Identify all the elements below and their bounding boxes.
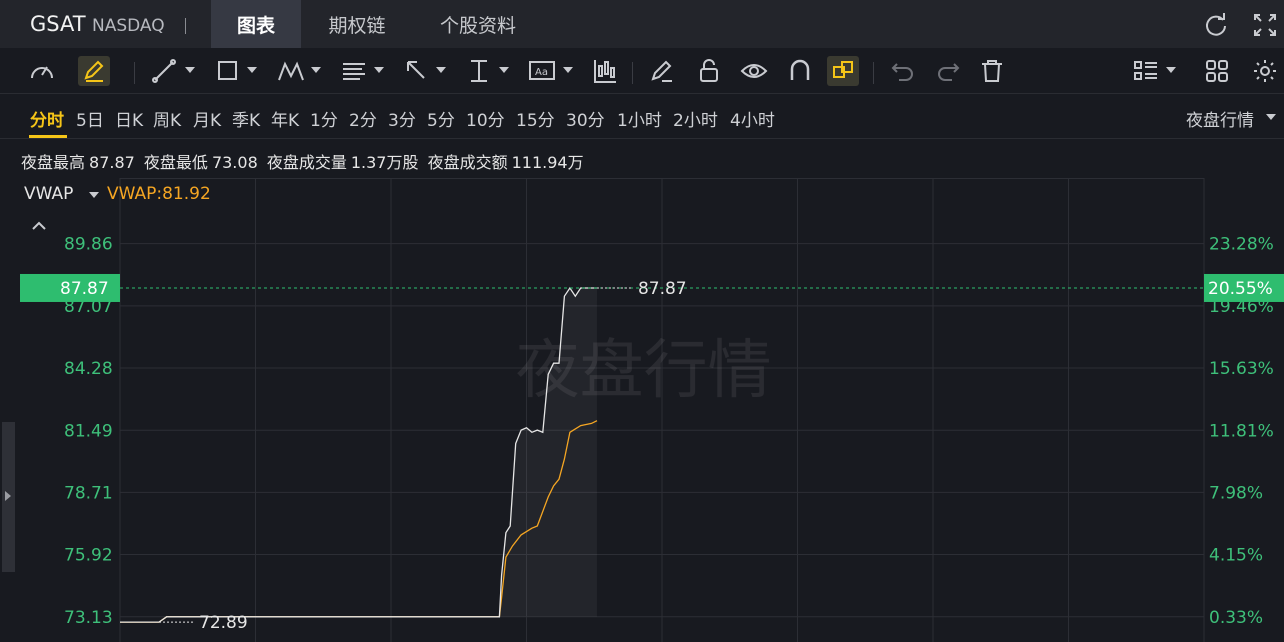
trend-line-icon[interactable] — [150, 56, 178, 86]
interval-30m[interactable]: 30分 — [566, 106, 605, 131]
session-select[interactable]: 夜盘行情 — [1186, 106, 1254, 131]
eraser-pen-icon[interactable] — [648, 56, 676, 86]
grid-icon[interactable] — [1204, 56, 1232, 86]
svg-text:Aa: Aa — [535, 67, 548, 78]
interval-selector: 分时 5日 日K 周K 月K 季K 年K 1分 2分 3分 5分 10分 15分… — [0, 94, 1284, 139]
tab-company-profile[interactable]: 个股资料 — [420, 0, 536, 48]
price-axis-label: 89.86 — [64, 235, 113, 255]
header-separator — [185, 18, 186, 34]
price-axis-label: 81.49 — [64, 421, 113, 441]
intraday-chart[interactable]: 夜盘行情89.8687.0784.2881.4978.7175.9273.132… — [0, 178, 1284, 642]
trash-icon[interactable] — [978, 56, 1006, 86]
chevron-right-icon[interactable] — [5, 491, 11, 501]
percent-axis-label: 0.33% — [1209, 608, 1263, 628]
lock-icon[interactable] — [695, 56, 723, 86]
chevron-down-icon[interactable] — [1166, 67, 1176, 73]
toolbar-separator — [632, 62, 633, 84]
layout-list-icon[interactable] — [1132, 56, 1160, 86]
volume-label: 夜盘成交量 — [266, 153, 347, 172]
magnet-icon[interactable] — [786, 56, 814, 86]
chevron-up-icon[interactable] — [30, 218, 48, 232]
low-marker-label: 72.89 — [199, 613, 248, 633]
rectangle-icon[interactable] — [214, 56, 242, 86]
interval-3m[interactable]: 3分 — [388, 106, 416, 131]
interval-5d[interactable]: 5日 — [76, 106, 104, 131]
candles-icon[interactable] — [591, 56, 619, 86]
current-percent-badge-text: 20.55% — [1208, 279, 1273, 299]
percent-axis-label: 4.15% — [1209, 546, 1263, 566]
link-icon[interactable] — [827, 56, 859, 86]
exchange-label: NASDAQ — [92, 16, 165, 36]
arrow-icon[interactable] — [402, 56, 430, 86]
high-label: 夜盘最高 — [21, 153, 86, 172]
stock-symbol: GSAT — [30, 12, 86, 36]
turnover-value: 111.94万 — [511, 153, 584, 172]
interval-15m[interactable]: 15分 — [516, 106, 555, 131]
pencil-edit-icon[interactable] — [78, 56, 110, 86]
interval-1m[interactable]: 1分 — [310, 106, 338, 131]
chevron-down-icon[interactable] — [499, 67, 509, 73]
vwap-value: VWAP:81.92 — [107, 184, 211, 204]
interval-10m[interactable]: 10分 — [466, 106, 505, 131]
high-marker-label: 87.87 — [638, 279, 687, 299]
interval-year[interactable]: 年K — [271, 106, 299, 131]
price-axis-label: 78.71 — [64, 483, 113, 503]
chevron-down-icon[interactable] — [311, 67, 321, 73]
text-icon[interactable]: Aa — [527, 56, 557, 86]
percent-axis-label: 11.81% — [1209, 421, 1274, 441]
interval-1h[interactable]: 1小时 — [617, 106, 662, 131]
chevron-down-icon[interactable] — [563, 67, 573, 73]
price-axis-label: 84.28 — [64, 359, 113, 379]
interval-quarter[interactable]: 季K — [232, 106, 260, 131]
chevron-down-icon[interactable] — [185, 67, 195, 73]
percent-axis-label: 23.28% — [1209, 235, 1274, 255]
refresh-icon[interactable] — [1203, 12, 1229, 38]
measure-icon[interactable] — [465, 56, 493, 86]
turnover-label: 夜盘成交额 — [427, 153, 508, 172]
tab-options-chain[interactable]: 期权链 — [312, 0, 402, 48]
drawing-toolbar: Aa — [0, 48, 1284, 94]
session-stats: 夜盘最高 87.87 夜盘最低 73.08 夜盘成交量 1.37万股 夜盘成交额 111… — [21, 149, 588, 173]
redo-icon[interactable] — [934, 56, 962, 86]
chevron-down-icon[interactable] — [436, 67, 446, 73]
speedometer-icon[interactable] — [28, 56, 56, 86]
low-label: 夜盘最低 — [143, 153, 208, 172]
interval-4h[interactable]: 4小时 — [730, 106, 775, 131]
fib-lines-icon[interactable] — [340, 56, 368, 86]
interval-week[interactable]: 周K — [153, 106, 181, 131]
current-price-badge-text: 87.87 — [60, 279, 109, 299]
undo-icon[interactable] — [889, 56, 917, 86]
chevron-down-icon[interactable] — [89, 192, 99, 198]
toolbar-separator — [134, 62, 135, 84]
interval-2h[interactable]: 2小时 — [673, 106, 718, 131]
settings-icon[interactable] — [1251, 56, 1279, 86]
chevron-down-icon[interactable] — [374, 67, 384, 73]
interval-2m[interactable]: 2分 — [349, 106, 377, 131]
selected-interval-indicator — [29, 135, 67, 138]
interval-5m[interactable]: 5分 — [427, 106, 455, 131]
low-value: 73.08 — [211, 153, 258, 172]
interval-month[interactable]: 月K — [193, 106, 221, 131]
chevron-down-icon[interactable] — [247, 67, 257, 73]
indicator-name[interactable]: VWAP — [24, 184, 73, 204]
eye-icon[interactable] — [739, 56, 769, 86]
pattern-icon[interactable] — [276, 56, 306, 86]
percent-axis-label: 7.98% — [1209, 483, 1263, 503]
high-value: 87.87 — [89, 153, 135, 172]
chevron-down-icon[interactable] — [1266, 114, 1276, 120]
price-axis-label: 73.13 — [64, 608, 113, 628]
top-bar: GSAT NASDAQ 图表 期权链 个股资料 — [0, 0, 1284, 48]
interval-intraday[interactable]: 分时 — [30, 106, 64, 131]
tab-chart[interactable]: 图表 — [211, 0, 301, 48]
toolbar-separator — [873, 62, 874, 84]
fullscreen-icon[interactable] — [1252, 12, 1278, 38]
price-axis-label: 75.92 — [64, 546, 113, 566]
interval-day[interactable]: 日K — [115, 106, 143, 131]
volume-value: 1.37万股 — [350, 153, 419, 172]
percent-axis-label: 15.63% — [1209, 359, 1274, 379]
